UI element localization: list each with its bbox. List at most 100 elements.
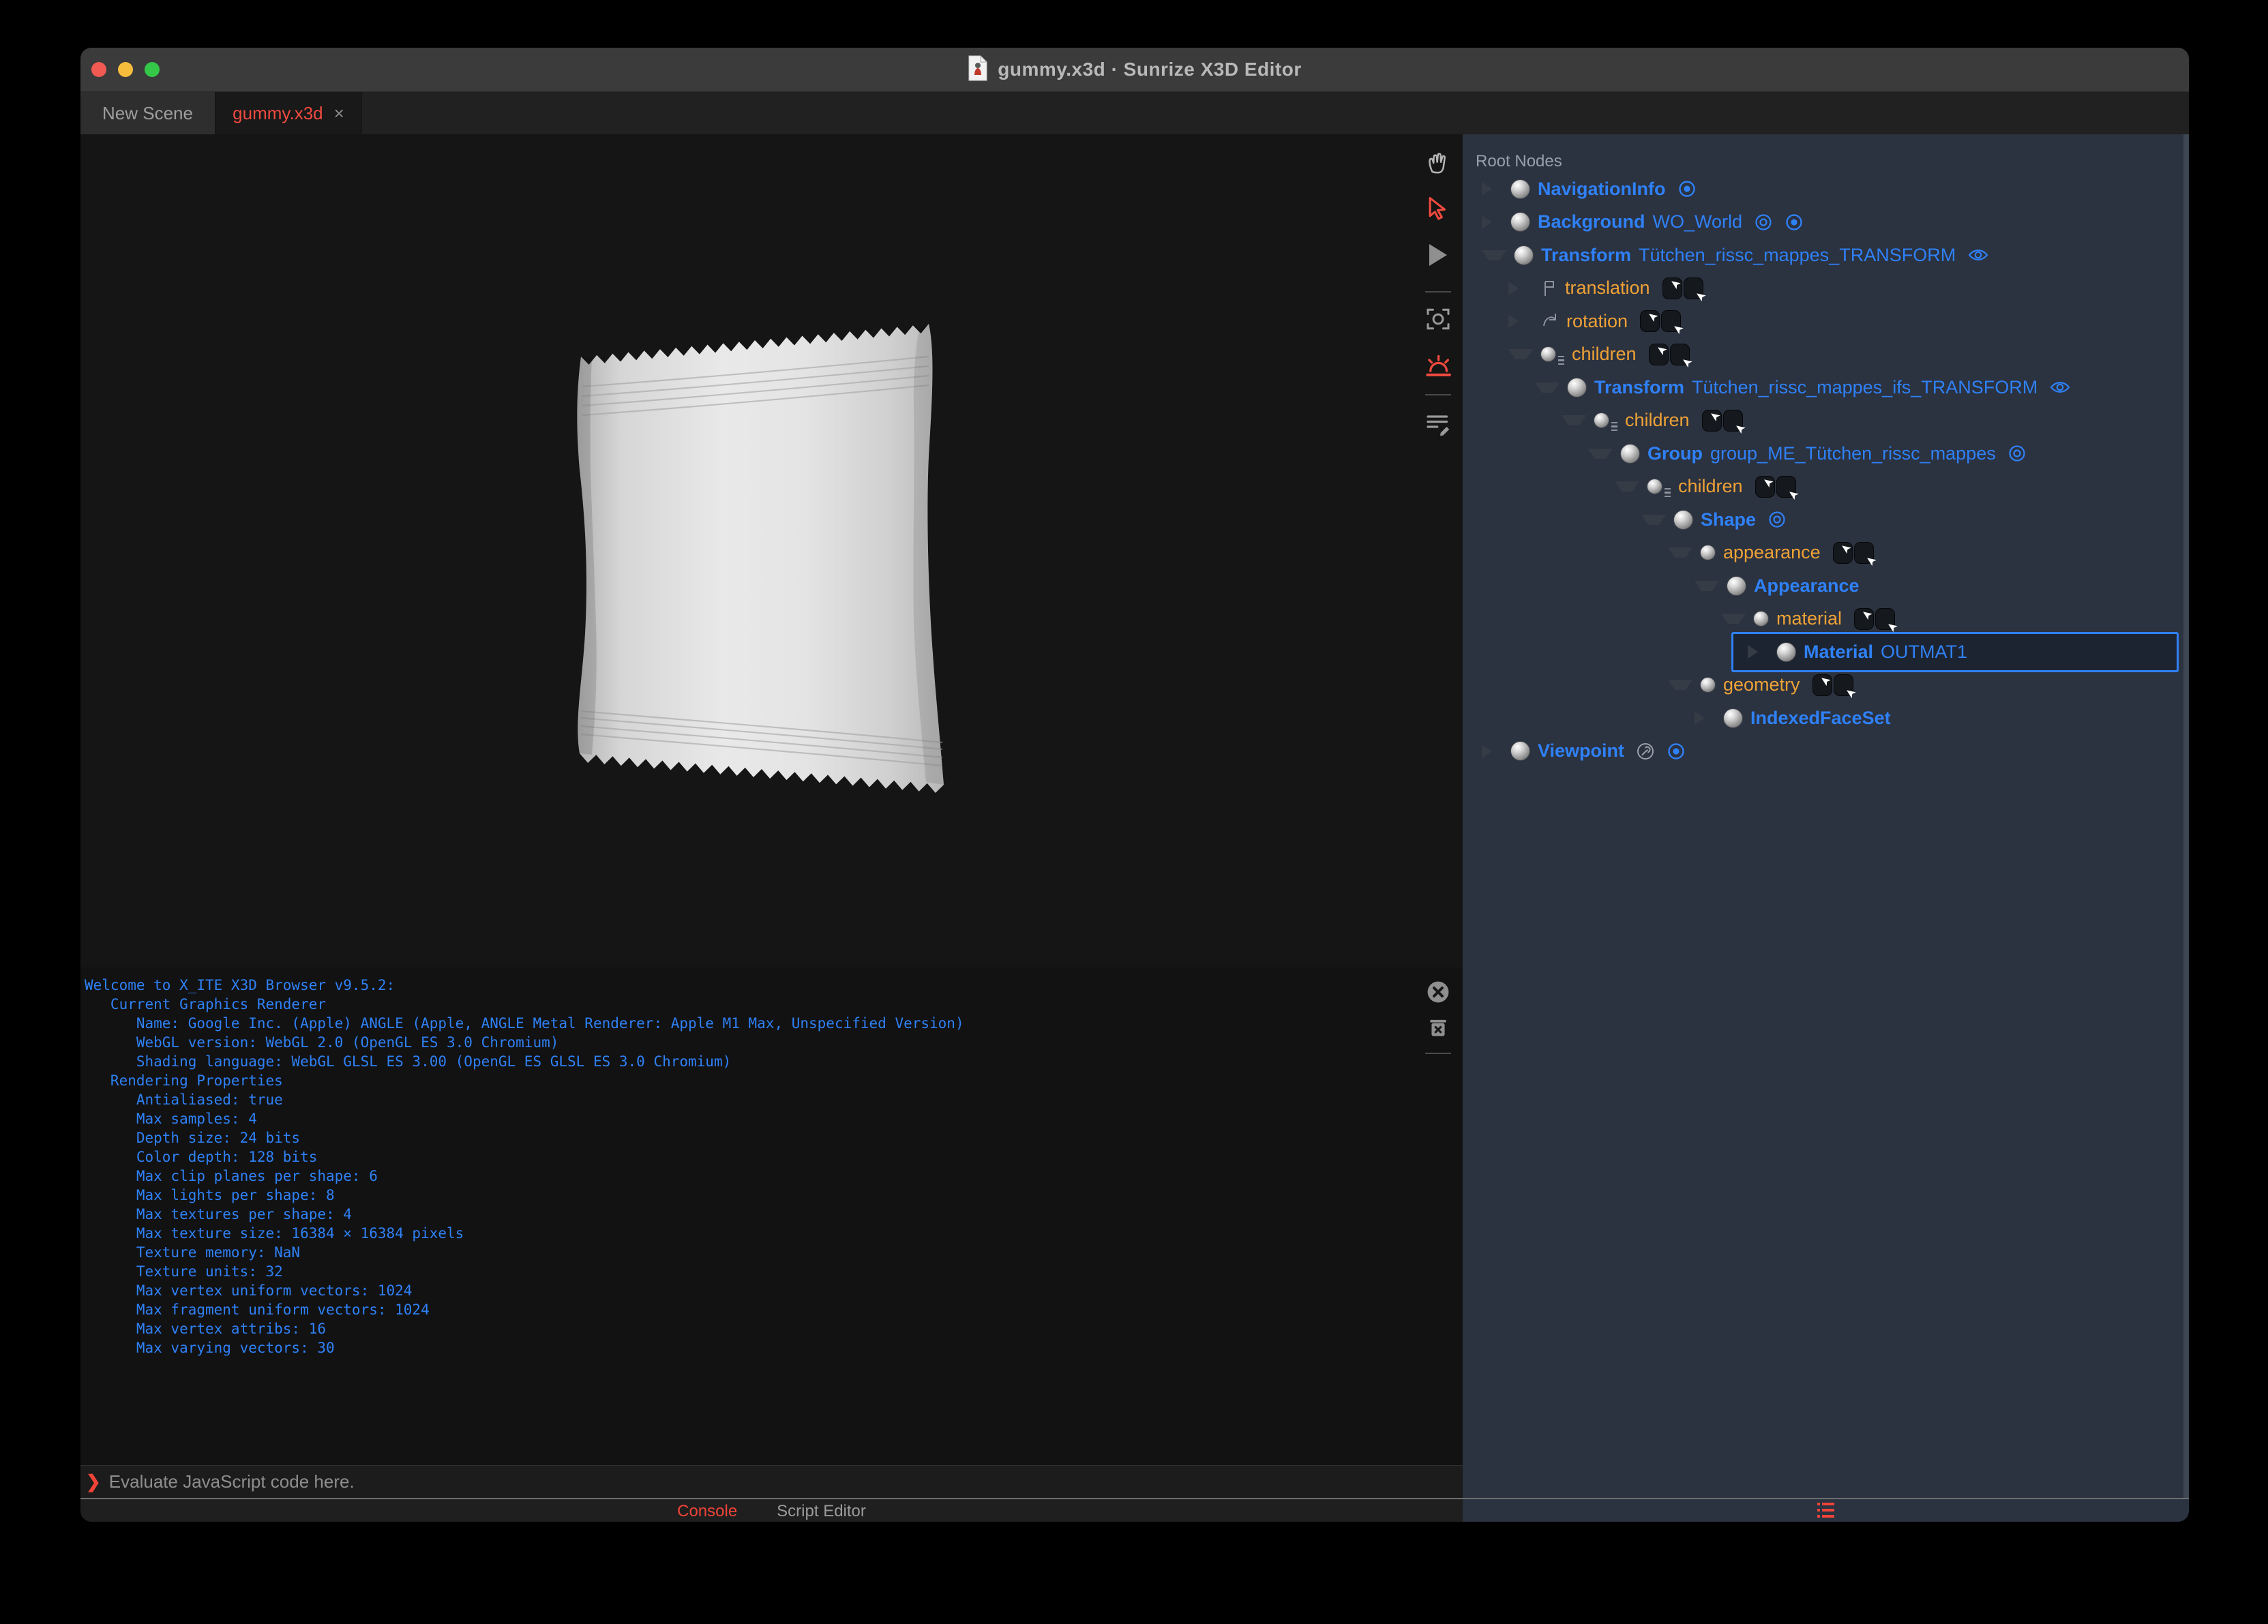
bind-icon[interactable] bbox=[1785, 213, 1804, 232]
expander-icon[interactable] bbox=[1508, 349, 1533, 359]
node-name-label: WO_World bbox=[1653, 211, 1743, 232]
play-icon[interactable] bbox=[1422, 239, 1454, 271]
tree-row-background[interactable]: BackgroundWO_World bbox=[1463, 206, 2182, 239]
expander-icon[interactable] bbox=[1641, 515, 1666, 525]
route-output-icon[interactable] bbox=[1876, 609, 1894, 629]
tree-row-transform[interactable]: TransformTütchen_rissc_mappes_TRANSFORM bbox=[1463, 239, 2182, 272]
tree-row-geometry[interactable]: geometry bbox=[1463, 669, 2182, 702]
tree-row-shape[interactable]: Shape bbox=[1463, 503, 2182, 537]
outline-editor-panel[interactable]: Root Nodes NavigationInfoBackgroundWO_Wo… bbox=[1463, 134, 2189, 1498]
expander-icon[interactable] bbox=[1482, 182, 1503, 196]
tree-row-appearance[interactable]: appearance bbox=[1463, 537, 2182, 570]
route-output-icon[interactable] bbox=[1777, 477, 1795, 497]
route-input-icon[interactable] bbox=[1756, 477, 1774, 497]
screenshot-icon[interactable] bbox=[1422, 303, 1454, 335]
console-line: Max clip planes per shape: 6 bbox=[85, 1167, 1463, 1186]
dismiss-circle-icon[interactable] bbox=[1422, 976, 1454, 1008]
expander-icon[interactable] bbox=[1615, 481, 1639, 492]
route-output-icon[interactable] bbox=[1834, 675, 1853, 695]
mfnode-field-icon bbox=[1647, 479, 1671, 494]
minimize-button[interactable] bbox=[118, 62, 133, 77]
route-input-icon[interactable] bbox=[1855, 609, 1873, 629]
wrench-icon[interactable] bbox=[1636, 742, 1655, 761]
eye-ring-icon[interactable] bbox=[1754, 213, 1773, 232]
expander-icon[interactable] bbox=[1748, 645, 1769, 659]
scene-tree: NavigationInfoBackgroundWO_WorldTransfor… bbox=[1463, 172, 2182, 768]
route-input-icon[interactable] bbox=[1663, 278, 1682, 299]
expander-icon[interactable] bbox=[1562, 415, 1586, 425]
tree-row-translation[interactable]: translation bbox=[1463, 272, 2182, 305]
hand-tool-icon[interactable] bbox=[1422, 147, 1454, 179]
tab-label: gummy.x3d bbox=[233, 103, 323, 124]
console-line: Max lights per shape: 8 bbox=[85, 1186, 1463, 1205]
tab-new-scene[interactable]: New Scene bbox=[80, 92, 216, 134]
expander-icon[interactable] bbox=[1535, 382, 1560, 393]
expander-icon[interactable] bbox=[1668, 680, 1692, 690]
console-output[interactable]: Welcome to X_ITE X3D Browser v9.5.2: Cur… bbox=[80, 967, 1463, 1466]
clear-console-icon[interactable] bbox=[1422, 1012, 1454, 1043]
tab-gummy-x3d[interactable]: gummy.x3d × bbox=[216, 92, 362, 134]
title-bar: gummy.x3d · Sunrize X3D Editor bbox=[80, 48, 2189, 92]
tree-row-group[interactable]: Groupgroup_ME_Tütchen_rissc_mappes bbox=[1463, 437, 2182, 470]
route-output-icon[interactable] bbox=[1855, 543, 1873, 563]
tree-row-material[interactable]: MaterialOUTMAT1 bbox=[1463, 635, 2182, 669]
route-input-icon[interactable] bbox=[1813, 675, 1832, 695]
eye-ring-icon[interactable] bbox=[1767, 510, 1787, 529]
eye-ring-icon[interactable] bbox=[2008, 444, 2027, 463]
eye-icon[interactable] bbox=[1967, 247, 1989, 263]
sfnode-field-icon bbox=[1700, 545, 1716, 560]
tree-row-navigationinfo[interactable]: NavigationInfo bbox=[1463, 172, 2182, 206]
eye-icon[interactable] bbox=[2049, 379, 2071, 395]
route-connectors[interactable] bbox=[1855, 609, 1894, 629]
tree-row-children[interactable]: children bbox=[1463, 470, 2182, 504]
route-output-icon[interactable] bbox=[1671, 344, 1689, 365]
expander-icon[interactable] bbox=[1482, 745, 1503, 758]
route-connectors[interactable] bbox=[1641, 311, 1680, 331]
outline-list-icon[interactable] bbox=[1817, 1502, 1835, 1522]
console-prompt[interactable]: ❯ Evaluate JavaScript code here. bbox=[80, 1465, 1463, 1498]
zoom-button[interactable] bbox=[145, 62, 160, 77]
route-connectors[interactable] bbox=[1813, 675, 1853, 695]
route-input-icon[interactable] bbox=[1641, 311, 1659, 331]
route-connectors[interactable] bbox=[1663, 278, 1703, 299]
route-input-icon[interactable] bbox=[1650, 344, 1668, 365]
footer-tab-script-editor[interactable]: Script Editor bbox=[777, 1502, 866, 1521]
close-button[interactable] bbox=[91, 62, 106, 77]
expander-icon[interactable] bbox=[1695, 581, 1719, 591]
route-output-icon[interactable] bbox=[1662, 311, 1680, 331]
tree-row-appearance[interactable]: Appearance bbox=[1463, 569, 2182, 603]
script-lines-icon[interactable] bbox=[1422, 408, 1454, 439]
route-connectors[interactable] bbox=[1650, 344, 1689, 365]
bind-icon[interactable] bbox=[1677, 179, 1697, 198]
expander-icon[interactable] bbox=[1508, 314, 1530, 328]
tree-row-viewpoint[interactable]: Viewpoint bbox=[1463, 735, 2182, 768]
route-input-icon[interactable] bbox=[1703, 410, 1721, 431]
select-arrow-icon[interactable] bbox=[1422, 193, 1454, 224]
tree-row-material[interactable]: material bbox=[1463, 603, 2182, 636]
tab-close-icon[interactable]: × bbox=[334, 104, 344, 122]
expander-icon[interactable] bbox=[1482, 250, 1506, 260]
tree-row-rotation[interactable]: rotation bbox=[1463, 305, 2182, 338]
expander-icon[interactable] bbox=[1668, 547, 1692, 558]
expander-icon[interactable] bbox=[1482, 215, 1503, 229]
mfnode-field-icon bbox=[1594, 412, 1617, 428]
route-output-icon[interactable] bbox=[1724, 410, 1742, 431]
tree-row-children[interactable]: children bbox=[1463, 404, 2182, 438]
route-connectors[interactable] bbox=[1703, 410, 1742, 431]
expander-icon[interactable] bbox=[1695, 711, 1716, 725]
tree-row-children[interactable]: children bbox=[1463, 338, 2182, 372]
bind-icon[interactable] bbox=[1667, 742, 1686, 761]
expander-icon[interactable] bbox=[1508, 282, 1530, 295]
expander-icon[interactable] bbox=[1721, 614, 1746, 624]
viewport-3d[interactable] bbox=[80, 134, 1463, 967]
tree-row-indexedfaceset[interactable]: IndexedFaceSet bbox=[1463, 702, 2182, 735]
expander-icon[interactable] bbox=[1588, 449, 1613, 459]
footer-tab-console[interactable]: Console bbox=[677, 1502, 737, 1521]
route-output-icon[interactable] bbox=[1684, 278, 1703, 299]
route-input-icon[interactable] bbox=[1834, 543, 1852, 563]
tree-row-transform[interactable]: TransformTütchen_rissc_mappes_ifs_TRANSF… bbox=[1463, 371, 2182, 404]
node-name-label: group_ME_Tütchen_rissc_mappes bbox=[1710, 443, 1996, 464]
light-icon[interactable] bbox=[1422, 351, 1454, 382]
route-connectors[interactable] bbox=[1756, 477, 1795, 497]
route-connectors[interactable] bbox=[1834, 543, 1873, 563]
